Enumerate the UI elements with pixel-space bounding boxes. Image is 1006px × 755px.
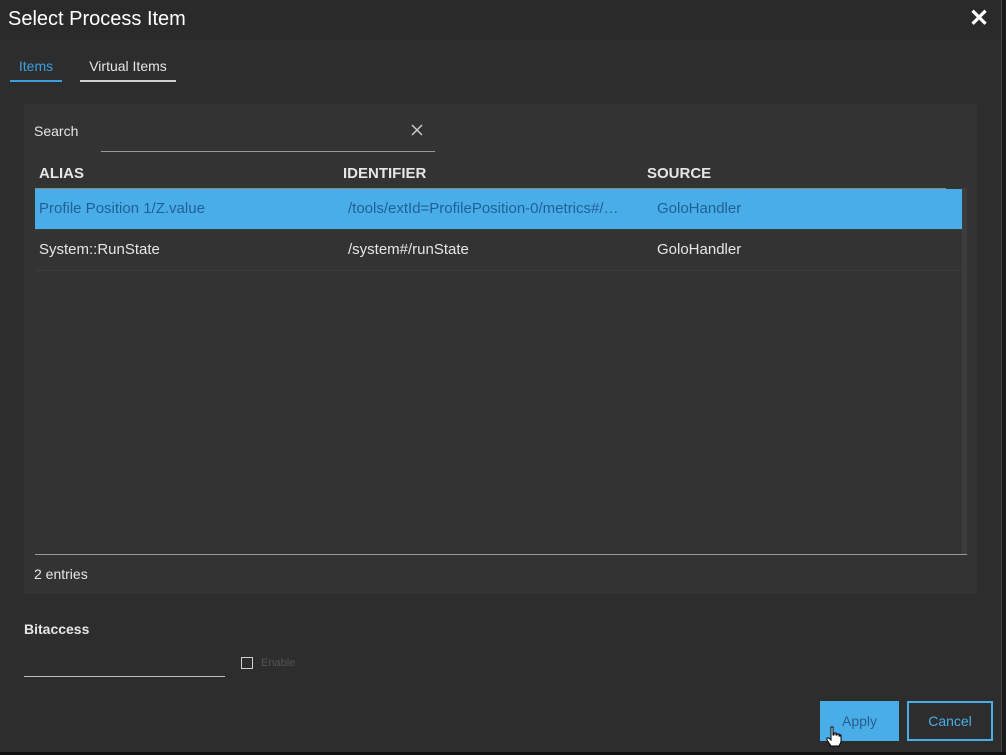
- clear-search-icon[interactable]: [409, 122, 425, 138]
- cell-identifier: /tools/extId=ProfilePosition-0/metrics#/…: [348, 200, 619, 217]
- cell-source: GoloHandler: [657, 200, 742, 217]
- enable-label: Enable: [261, 657, 296, 669]
- close-icon[interactable]: ✕: [967, 7, 991, 31]
- cell-alias: Profile Position 1/Z.value: [39, 200, 205, 217]
- items-panel: Search ALIAS IDENTIFIER SOURCE Profile P…: [24, 104, 977, 594]
- cell-identifier: /system#/runState: [348, 241, 469, 258]
- search-field: [101, 114, 435, 152]
- column-header-identifier[interactable]: IDENTIFIER: [343, 165, 426, 182]
- search-label: Search: [34, 123, 79, 139]
- column-header-source[interactable]: SOURCE: [647, 165, 711, 182]
- table-row[interactable]: Profile Position 1/Z.value /tools/extId=…: [35, 189, 962, 230]
- enable-checkbox[interactable]: [241, 657, 253, 669]
- tab-virtual-items[interactable]: Virtual Items: [80, 58, 176, 82]
- cell-source: GoloHandler: [657, 241, 742, 258]
- cancel-button[interactable]: Cancel: [907, 701, 993, 741]
- tab-items[interactable]: Items: [10, 58, 62, 82]
- dialog-titlebar: Select Process Item ✕: [0, 0, 1001, 40]
- table-header: ALIAS IDENTIFIER SOURCE: [35, 160, 946, 189]
- bitaccess-input[interactable]: [24, 652, 225, 677]
- select-process-item-dialog: Select Process Item ✕ Items Virtual Item…: [0, 0, 1002, 753]
- entries-count: 2 entries: [34, 566, 88, 582]
- dialog-title: Select Process Item: [8, 8, 186, 30]
- hand-cursor-icon: [826, 726, 842, 747]
- table-row[interactable]: System::RunState /system#/runState GoloH…: [35, 230, 962, 271]
- cell-alias: System::RunState: [39, 241, 160, 258]
- search-input[interactable]: [101, 120, 395, 146]
- bitaccess-label: Bitaccess: [24, 621, 90, 637]
- table-scrollbar[interactable]: [962, 188, 967, 555]
- table-footer-divider: [35, 554, 967, 555]
- column-header-alias[interactable]: ALIAS: [39, 165, 84, 182]
